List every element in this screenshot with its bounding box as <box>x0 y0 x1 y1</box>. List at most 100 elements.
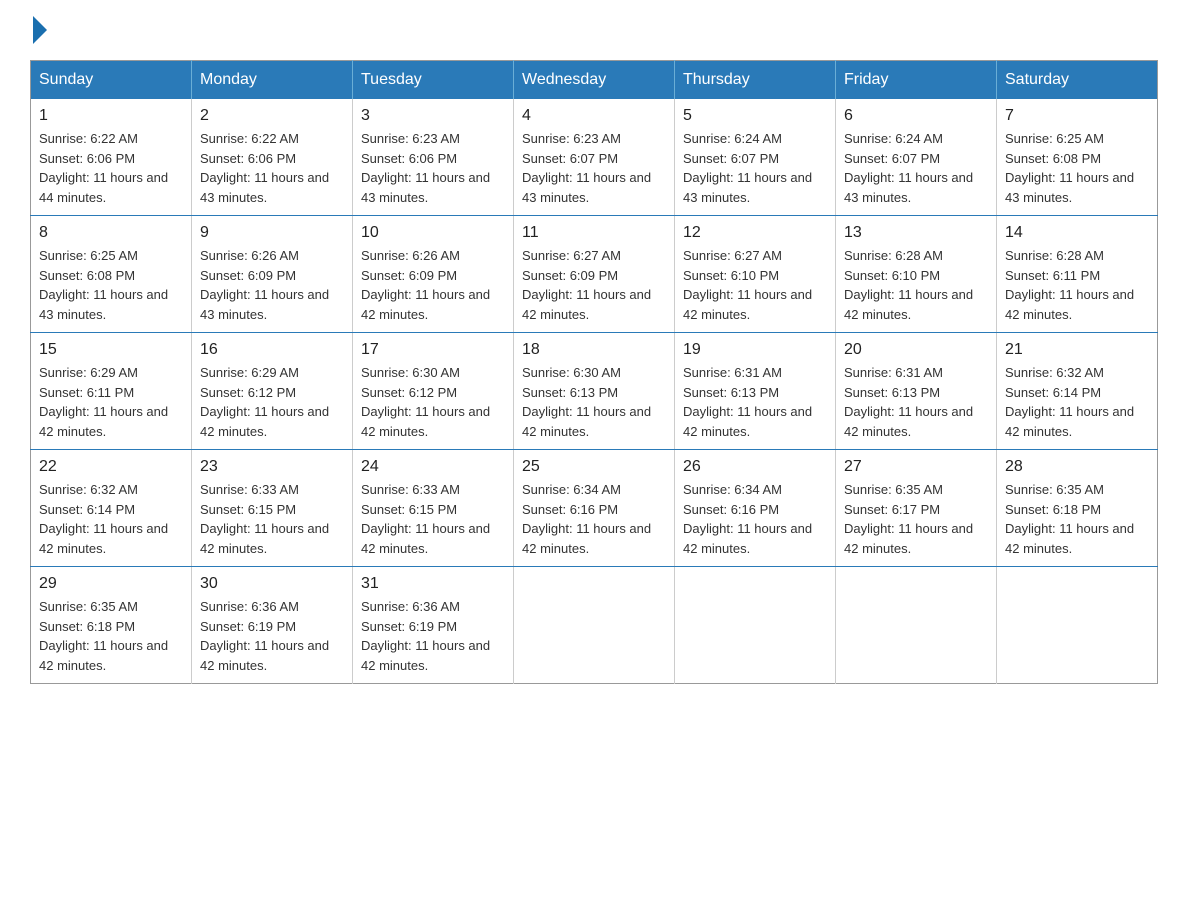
day-cell: 13 Sunrise: 6:28 AMSunset: 6:10 PMDaylig… <box>836 216 997 333</box>
day-number: 4 <box>522 107 666 125</box>
header-row: SundayMondayTuesdayWednesdayThursdayFrid… <box>31 61 1158 100</box>
day-cell: 24 Sunrise: 6:33 AMSunset: 6:15 PMDaylig… <box>353 450 514 567</box>
day-info: Sunrise: 6:24 AMSunset: 6:07 PMDaylight:… <box>683 129 827 207</box>
day-info: Sunrise: 6:34 AMSunset: 6:16 PMDaylight:… <box>683 480 827 558</box>
day-cell: 28 Sunrise: 6:35 AMSunset: 6:18 PMDaylig… <box>997 450 1158 567</box>
day-cell: 19 Sunrise: 6:31 AMSunset: 6:13 PMDaylig… <box>675 333 836 450</box>
day-info: Sunrise: 6:35 AMSunset: 6:18 PMDaylight:… <box>39 597 183 675</box>
day-info: Sunrise: 6:22 AMSunset: 6:06 PMDaylight:… <box>39 129 183 207</box>
day-number: 6 <box>844 107 988 125</box>
day-info: Sunrise: 6:36 AMSunset: 6:19 PMDaylight:… <box>361 597 505 675</box>
day-number: 2 <box>200 107 344 125</box>
day-info: Sunrise: 6:35 AMSunset: 6:17 PMDaylight:… <box>844 480 988 558</box>
day-cell: 7 Sunrise: 6:25 AMSunset: 6:08 PMDayligh… <box>997 99 1158 216</box>
logo-arrow-icon <box>33 16 47 44</box>
day-info: Sunrise: 6:27 AMSunset: 6:10 PMDaylight:… <box>683 246 827 324</box>
day-cell: 31 Sunrise: 6:36 AMSunset: 6:19 PMDaylig… <box>353 567 514 684</box>
day-cell: 27 Sunrise: 6:35 AMSunset: 6:17 PMDaylig… <box>836 450 997 567</box>
column-header-saturday: Saturday <box>997 61 1158 100</box>
day-cell: 15 Sunrise: 6:29 AMSunset: 6:11 PMDaylig… <box>31 333 192 450</box>
day-cell: 3 Sunrise: 6:23 AMSunset: 6:06 PMDayligh… <box>353 99 514 216</box>
day-cell: 30 Sunrise: 6:36 AMSunset: 6:19 PMDaylig… <box>192 567 353 684</box>
calendar-table: SundayMondayTuesdayWednesdayThursdayFrid… <box>30 60 1158 684</box>
day-cell: 14 Sunrise: 6:28 AMSunset: 6:11 PMDaylig… <box>997 216 1158 333</box>
day-number: 15 <box>39 341 183 359</box>
day-cell: 6 Sunrise: 6:24 AMSunset: 6:07 PMDayligh… <box>836 99 997 216</box>
day-info: Sunrise: 6:30 AMSunset: 6:12 PMDaylight:… <box>361 363 505 441</box>
day-number: 19 <box>683 341 827 359</box>
day-info: Sunrise: 6:25 AMSunset: 6:08 PMDaylight:… <box>39 246 183 324</box>
day-info: Sunrise: 6:33 AMSunset: 6:15 PMDaylight:… <box>361 480 505 558</box>
column-header-wednesday: Wednesday <box>514 61 675 100</box>
week-row-1: 1 Sunrise: 6:22 AMSunset: 6:06 PMDayligh… <box>31 99 1158 216</box>
day-info: Sunrise: 6:22 AMSunset: 6:06 PMDaylight:… <box>200 129 344 207</box>
day-info: Sunrise: 6:27 AMSunset: 6:09 PMDaylight:… <box>522 246 666 324</box>
day-info: Sunrise: 6:32 AMSunset: 6:14 PMDaylight:… <box>1005 363 1149 441</box>
day-info: Sunrise: 6:34 AMSunset: 6:16 PMDaylight:… <box>522 480 666 558</box>
day-number: 9 <box>200 224 344 242</box>
day-info: Sunrise: 6:31 AMSunset: 6:13 PMDaylight:… <box>844 363 988 441</box>
day-number: 5 <box>683 107 827 125</box>
column-header-tuesday: Tuesday <box>353 61 514 100</box>
column-header-friday: Friday <box>836 61 997 100</box>
day-number: 26 <box>683 458 827 476</box>
day-number: 8 <box>39 224 183 242</box>
day-number: 21 <box>1005 341 1149 359</box>
day-number: 16 <box>200 341 344 359</box>
column-header-sunday: Sunday <box>31 61 192 100</box>
day-info: Sunrise: 6:25 AMSunset: 6:08 PMDaylight:… <box>1005 129 1149 207</box>
day-cell <box>997 567 1158 684</box>
day-info: Sunrise: 6:29 AMSunset: 6:11 PMDaylight:… <box>39 363 183 441</box>
day-number: 13 <box>844 224 988 242</box>
week-row-4: 22 Sunrise: 6:32 AMSunset: 6:14 PMDaylig… <box>31 450 1158 567</box>
page-header <box>30 20 1158 40</box>
day-number: 29 <box>39 575 183 593</box>
day-cell: 17 Sunrise: 6:30 AMSunset: 6:12 PMDaylig… <box>353 333 514 450</box>
day-info: Sunrise: 6:35 AMSunset: 6:18 PMDaylight:… <box>1005 480 1149 558</box>
day-cell: 4 Sunrise: 6:23 AMSunset: 6:07 PMDayligh… <box>514 99 675 216</box>
week-row-5: 29 Sunrise: 6:35 AMSunset: 6:18 PMDaylig… <box>31 567 1158 684</box>
day-cell <box>836 567 997 684</box>
day-number: 31 <box>361 575 505 593</box>
day-number: 24 <box>361 458 505 476</box>
day-number: 25 <box>522 458 666 476</box>
day-cell <box>514 567 675 684</box>
day-number: 17 <box>361 341 505 359</box>
day-info: Sunrise: 6:26 AMSunset: 6:09 PMDaylight:… <box>361 246 505 324</box>
day-cell: 25 Sunrise: 6:34 AMSunset: 6:16 PMDaylig… <box>514 450 675 567</box>
day-info: Sunrise: 6:23 AMSunset: 6:06 PMDaylight:… <box>361 129 505 207</box>
day-number: 11 <box>522 224 666 242</box>
day-info: Sunrise: 6:33 AMSunset: 6:15 PMDaylight:… <box>200 480 344 558</box>
day-cell: 12 Sunrise: 6:27 AMSunset: 6:10 PMDaylig… <box>675 216 836 333</box>
week-row-3: 15 Sunrise: 6:29 AMSunset: 6:11 PMDaylig… <box>31 333 1158 450</box>
day-info: Sunrise: 6:30 AMSunset: 6:13 PMDaylight:… <box>522 363 666 441</box>
day-cell: 26 Sunrise: 6:34 AMSunset: 6:16 PMDaylig… <box>675 450 836 567</box>
day-cell: 20 Sunrise: 6:31 AMSunset: 6:13 PMDaylig… <box>836 333 997 450</box>
day-number: 7 <box>1005 107 1149 125</box>
day-info: Sunrise: 6:31 AMSunset: 6:13 PMDaylight:… <box>683 363 827 441</box>
day-info: Sunrise: 6:36 AMSunset: 6:19 PMDaylight:… <box>200 597 344 675</box>
day-info: Sunrise: 6:26 AMSunset: 6:09 PMDaylight:… <box>200 246 344 324</box>
day-info: Sunrise: 6:32 AMSunset: 6:14 PMDaylight:… <box>39 480 183 558</box>
day-cell: 8 Sunrise: 6:25 AMSunset: 6:08 PMDayligh… <box>31 216 192 333</box>
day-cell: 21 Sunrise: 6:32 AMSunset: 6:14 PMDaylig… <box>997 333 1158 450</box>
day-number: 22 <box>39 458 183 476</box>
day-info: Sunrise: 6:24 AMSunset: 6:07 PMDaylight:… <box>844 129 988 207</box>
logo <box>30 20 47 40</box>
day-cell: 18 Sunrise: 6:30 AMSunset: 6:13 PMDaylig… <box>514 333 675 450</box>
day-cell: 23 Sunrise: 6:33 AMSunset: 6:15 PMDaylig… <box>192 450 353 567</box>
day-cell: 16 Sunrise: 6:29 AMSunset: 6:12 PMDaylig… <box>192 333 353 450</box>
day-cell: 22 Sunrise: 6:32 AMSunset: 6:14 PMDaylig… <box>31 450 192 567</box>
day-cell <box>675 567 836 684</box>
day-number: 10 <box>361 224 505 242</box>
day-cell: 2 Sunrise: 6:22 AMSunset: 6:06 PMDayligh… <box>192 99 353 216</box>
day-info: Sunrise: 6:23 AMSunset: 6:07 PMDaylight:… <box>522 129 666 207</box>
day-number: 30 <box>200 575 344 593</box>
day-cell: 1 Sunrise: 6:22 AMSunset: 6:06 PMDayligh… <box>31 99 192 216</box>
week-row-2: 8 Sunrise: 6:25 AMSunset: 6:08 PMDayligh… <box>31 216 1158 333</box>
day-cell: 29 Sunrise: 6:35 AMSunset: 6:18 PMDaylig… <box>31 567 192 684</box>
day-cell: 5 Sunrise: 6:24 AMSunset: 6:07 PMDayligh… <box>675 99 836 216</box>
day-info: Sunrise: 6:28 AMSunset: 6:11 PMDaylight:… <box>1005 246 1149 324</box>
day-info: Sunrise: 6:29 AMSunset: 6:12 PMDaylight:… <box>200 363 344 441</box>
day-cell: 11 Sunrise: 6:27 AMSunset: 6:09 PMDaylig… <box>514 216 675 333</box>
